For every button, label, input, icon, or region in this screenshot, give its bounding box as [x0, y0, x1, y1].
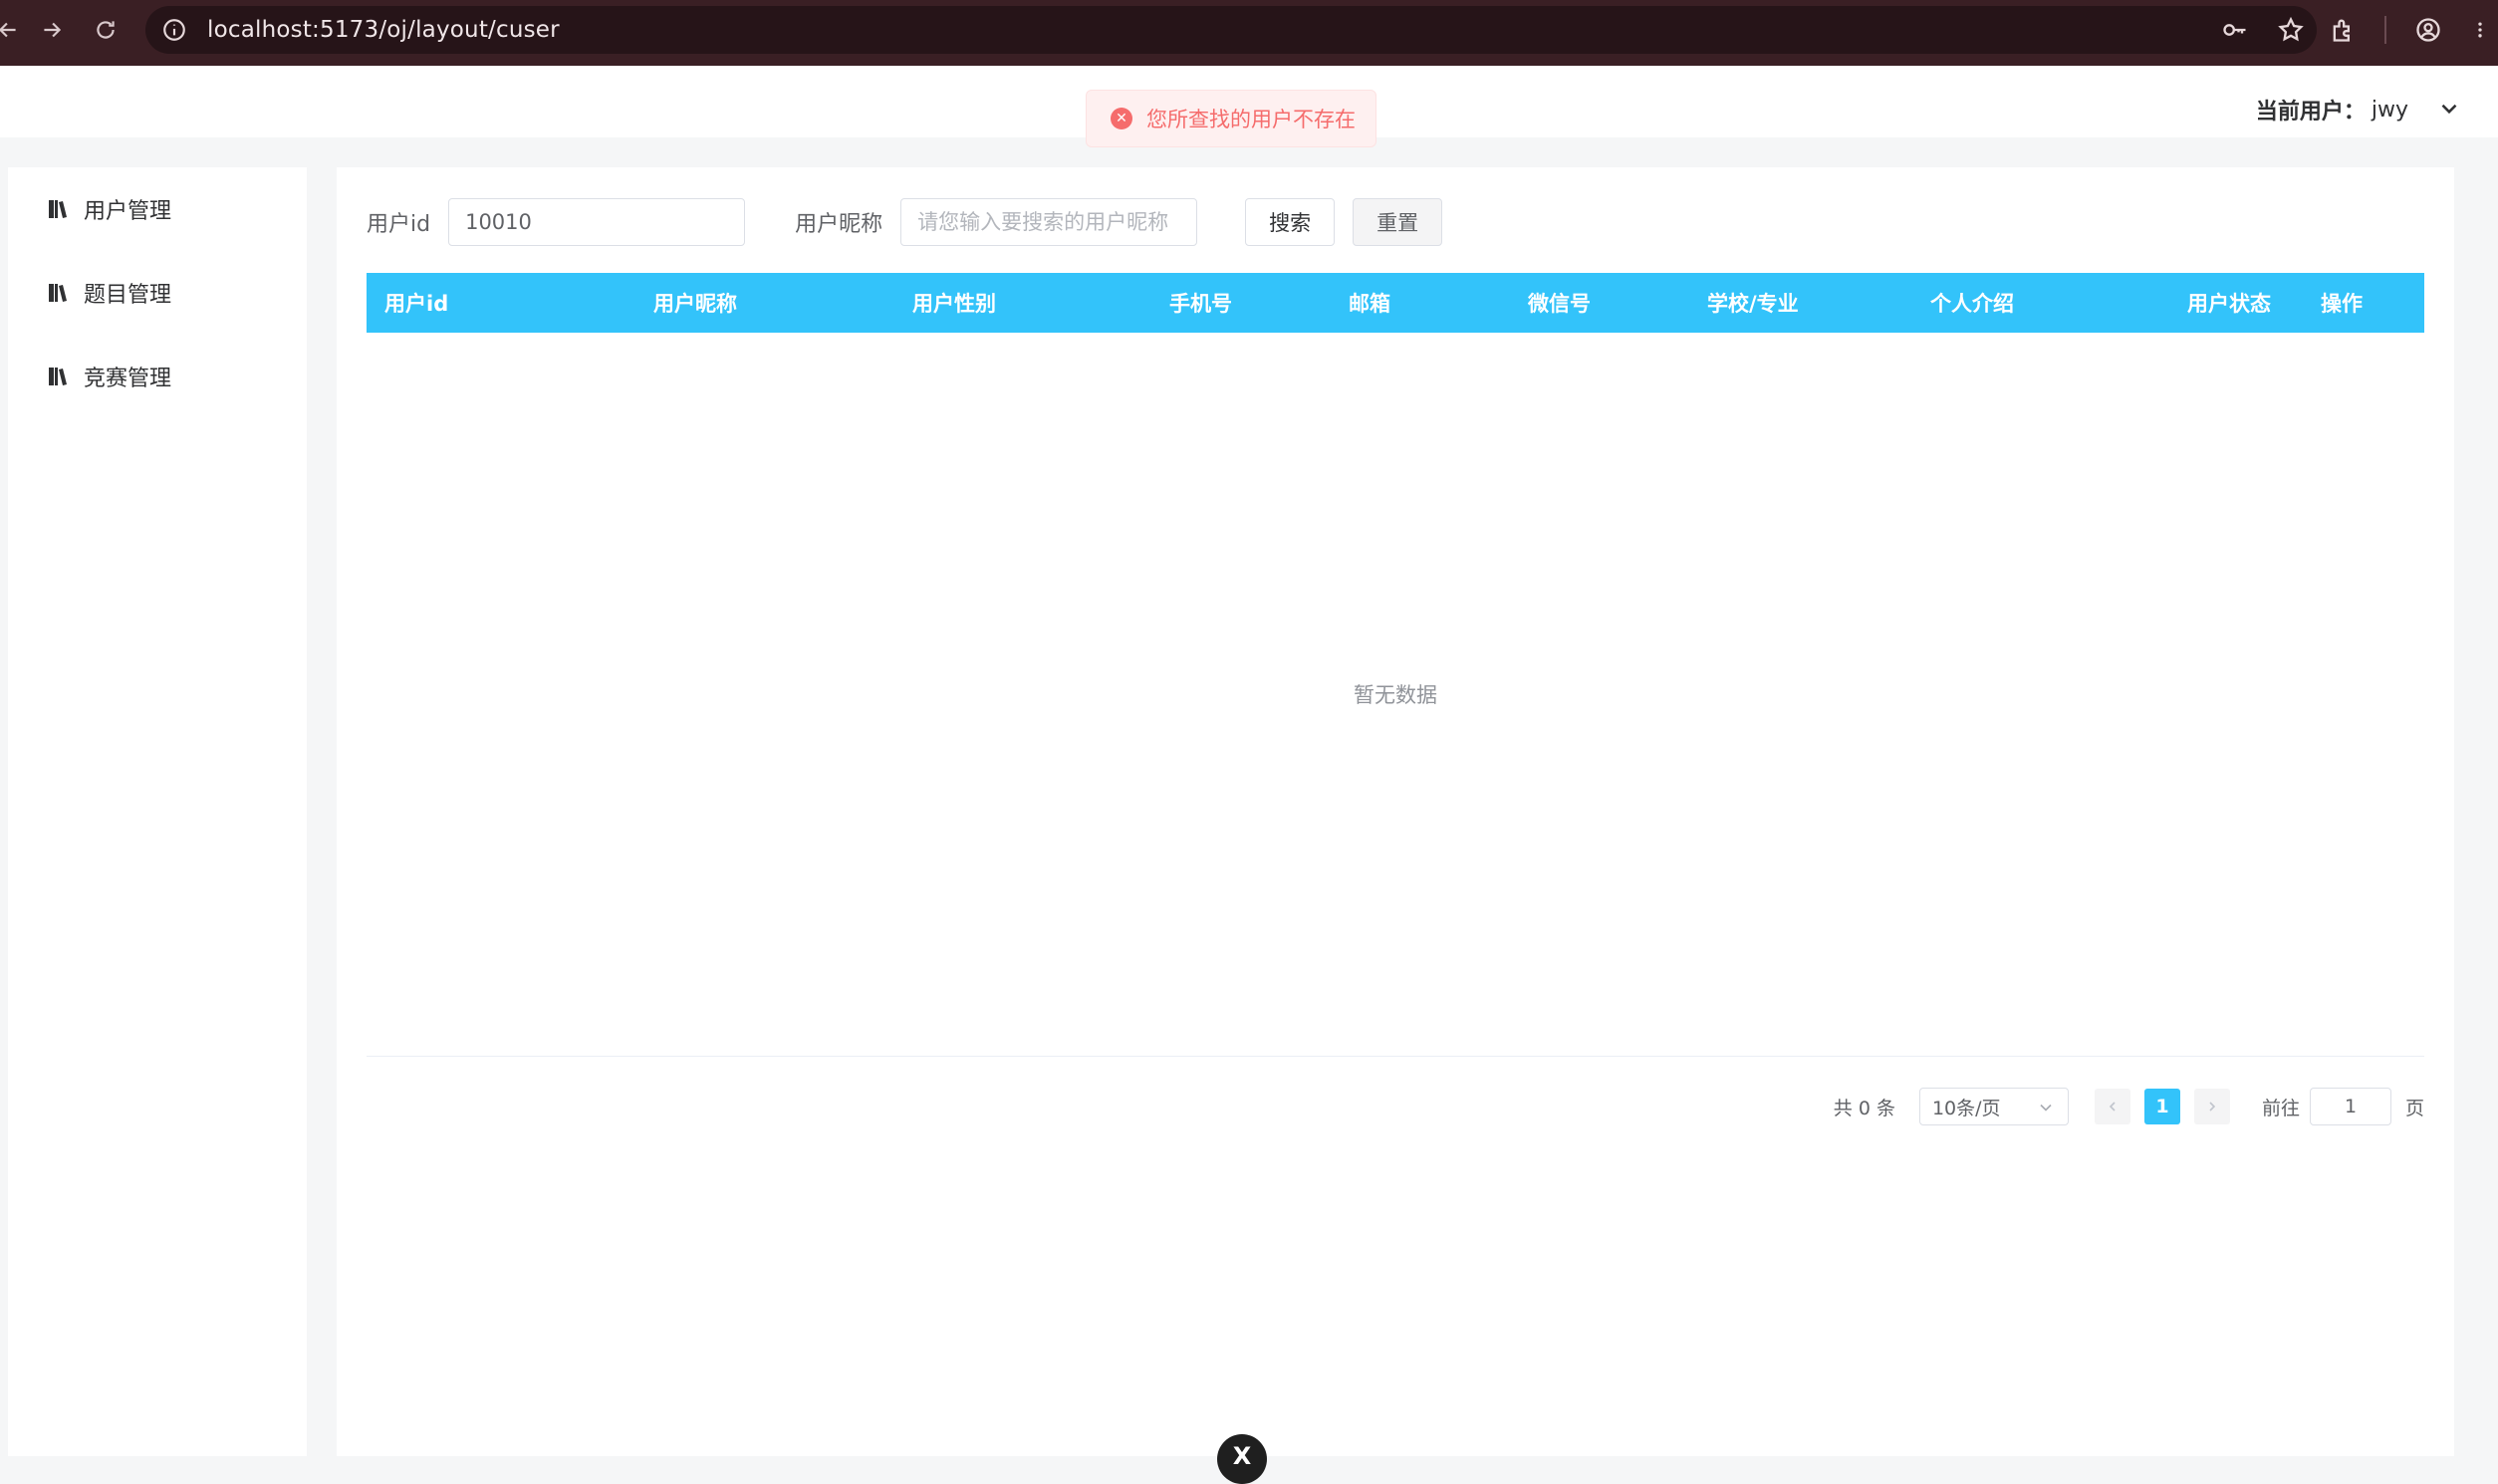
- current-user-dropdown[interactable]: 当前用户： jwy: [2256, 94, 2408, 125]
- reload-icon[interactable]: [80, 4, 131, 56]
- chevron-left-icon: [2109, 1102, 2116, 1112]
- column-header: 操作: [2321, 292, 2363, 316]
- column-header: 用户昵称: [653, 292, 737, 316]
- book-icon: [49, 200, 67, 218]
- extensions-icon[interactable]: [2329, 16, 2357, 44]
- error-icon: ✕: [1111, 108, 1132, 129]
- address-bar[interactable]: localhost:5173/oj/layout/cuser: [145, 6, 2317, 54]
- chevron-down-icon: [2040, 1104, 2052, 1112]
- chevron-down-icon[interactable]: [2436, 96, 2462, 122]
- current-user-name: jwy: [2371, 97, 2408, 123]
- search-form: 用户id 用户昵称 搜索 重置: [367, 197, 1443, 247]
- empty-table-text: 暂无数据: [1354, 683, 1437, 707]
- star-icon[interactable]: [2277, 16, 2305, 44]
- column-header: 手机号: [1169, 292, 1232, 316]
- table-divider: [367, 1056, 2424, 1057]
- page-suffix-label: 页: [2404, 1097, 2424, 1119]
- floating-close-button[interactable]: X: [1217, 1434, 1267, 1484]
- nickname-input[interactable]: [900, 198, 1198, 246]
- nickname-label: 用户昵称: [795, 212, 883, 237]
- column-header: 邮箱: [1349, 292, 1390, 316]
- main-panel: 用户id 用户昵称 搜索 重置 用户id 用户昵称 用户性别 手机号 邮箱 微信…: [337, 167, 2454, 1456]
- column-header: 微信号: [1528, 292, 1591, 316]
- reset-button[interactable]: 重置: [1353, 198, 1443, 246]
- search-button[interactable]: 搜索: [1245, 198, 1336, 246]
- table-header: 用户id 用户昵称 用户性别 手机号 邮箱 微信号 学校/专业 个人介绍 用户状…: [367, 273, 2424, 333]
- url-text: localhost:5173/oj/layout/cuser: [207, 17, 560, 43]
- current-user-label: 当前用户：: [2255, 100, 2366, 124]
- book-icon: [49, 368, 67, 385]
- sidebar-item-label: 竞赛管理: [84, 367, 172, 391]
- column-header: 学校/专业: [1707, 292, 1799, 316]
- sidebar-item-label: 用户管理: [84, 199, 172, 224]
- pagination: 共 0 条 10条/页 1 前往 1 页: [1834, 1088, 2424, 1125]
- toast-message: 您所查找的用户不存在: [1146, 108, 1356, 131]
- error-toast: ✕ 您所查找的用户不存在: [1086, 90, 1376, 147]
- site-info-icon[interactable]: [161, 17, 187, 43]
- column-header: 个人介绍: [1930, 292, 2014, 316]
- sidebar-item-label: 题目管理: [84, 283, 172, 308]
- page-size-select[interactable]: 10条/页: [1918, 1088, 2069, 1125]
- forward-arrow-icon[interactable]: [26, 4, 78, 56]
- sidebar-item-contests[interactable]: 竞赛管理: [8, 335, 307, 418]
- column-header: 用户性别: [912, 292, 996, 316]
- book-icon: [49, 284, 67, 302]
- sidebar-item-problems[interactable]: 题目管理: [8, 251, 307, 335]
- user-id-input[interactable]: [448, 198, 746, 246]
- pagination-total: 共 0 条: [1833, 1097, 1895, 1119]
- column-header: 用户id: [384, 292, 449, 316]
- chevron-right-icon: [2209, 1102, 2216, 1112]
- sidebar: 用户管理 题目管理 竞赛管理: [8, 167, 307, 1456]
- prev-page-button[interactable]: [2094, 1089, 2130, 1124]
- user-id-label: 用户id: [367, 212, 431, 237]
- next-page-button[interactable]: [2193, 1089, 2230, 1124]
- more-menu-icon[interactable]: [2470, 16, 2490, 44]
- goto-label: 前往: [2261, 1097, 2300, 1119]
- sidebar-item-users[interactable]: 用户管理: [8, 167, 307, 251]
- profile-icon[interactable]: [2414, 16, 2442, 44]
- page-size-value: 10条/页: [1931, 1097, 2001, 1119]
- goto-page-input[interactable]: 1: [2309, 1088, 2391, 1125]
- browser-toolbar: localhost:5173/oj/layout/cuser: [0, 0, 2498, 66]
- column-header: 用户状态: [2187, 292, 2271, 316]
- key-icon[interactable]: [2221, 16, 2249, 44]
- page-number-current[interactable]: 1: [2143, 1089, 2180, 1124]
- toolbar-separator: [2384, 16, 2386, 44]
